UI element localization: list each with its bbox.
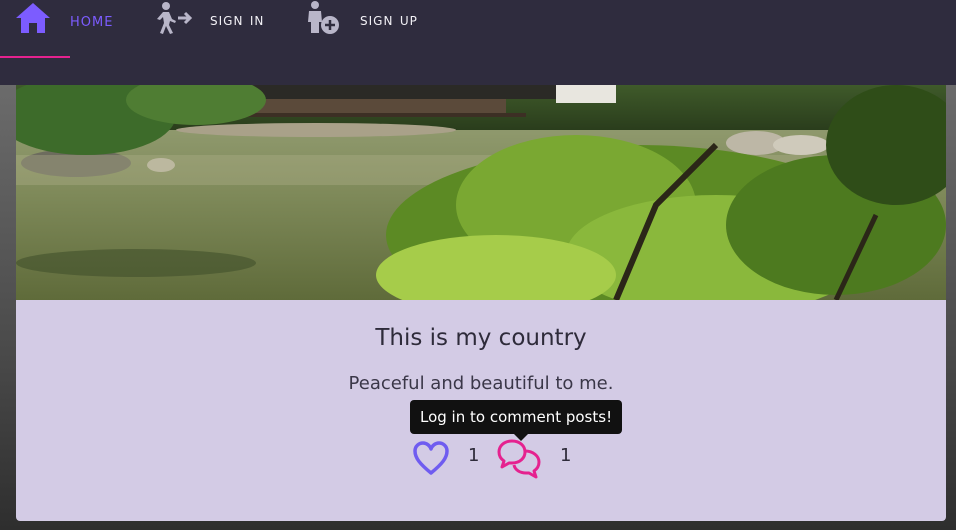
nav-home-link[interactable]: Home (14, 0, 113, 40)
nav-signup-label: Sign up (360, 10, 418, 30)
post-title: This is my country (375, 325, 587, 351)
person-add-icon (304, 0, 340, 41)
comment-tooltip: Log in to comment posts! (410, 400, 623, 434)
heart-icon[interactable] (412, 440, 450, 476)
nav-home-label: Home (70, 9, 114, 31)
comments-icon[interactable] (496, 437, 544, 479)
tooltip-arrow (514, 434, 528, 441)
nav-signup-link[interactable]: Sign up (304, 0, 418, 40)
walk-arrow-icon (154, 1, 194, 40)
home-icon (14, 1, 52, 40)
navbar: Home Sign in Sign up (0, 0, 956, 85)
post-image[interactable] (16, 85, 946, 300)
likes-count: 1 (468, 445, 480, 466)
comments-count: 1 (560, 445, 572, 466)
post-content: Peaceful and beautiful to me. (348, 373, 614, 394)
active-nav-underline (0, 56, 70, 58)
nav-signin-label: Sign in (210, 10, 265, 30)
nav-signin-link[interactable]: Sign in (154, 0, 264, 40)
post-card: This is my country Peaceful and beautifu… (16, 85, 946, 521)
